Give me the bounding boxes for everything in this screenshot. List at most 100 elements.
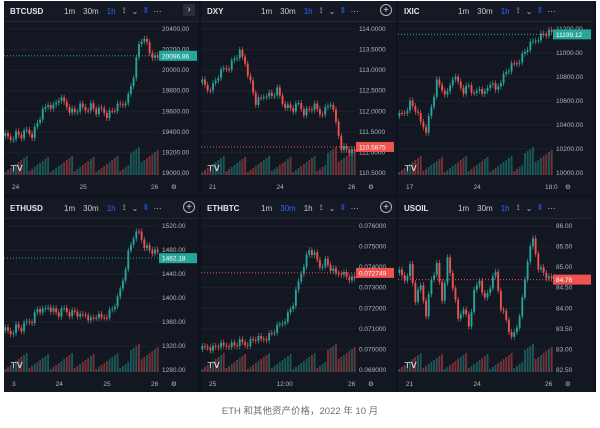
settings-gear-icon[interactable]: ⚙ <box>565 380 571 388</box>
timeframe-button-1m[interactable]: 1m <box>60 204 79 213</box>
candle-body <box>489 84 492 88</box>
volume-bar <box>76 169 79 175</box>
chevron-down-icon[interactable]: ⌄ <box>523 204 536 213</box>
indicators-icon[interactable]: ⟟ <box>514 203 523 213</box>
indicators-icon[interactable]: ⟟ <box>120 203 129 213</box>
candle-body <box>499 83 502 87</box>
candles-icon[interactable]: ⫴ <box>141 203 150 213</box>
symbol-label[interactable]: ETHBTC <box>207 204 257 213</box>
volume-bar <box>422 368 425 372</box>
indicators-icon[interactable]: ⟟ <box>317 6 326 16</box>
volume-bar <box>89 356 92 372</box>
price-chart[interactable]: 20400.0020200.0020000.0019800.0019600.00… <box>4 21 199 195</box>
candles-icon[interactable]: ⫴ <box>535 6 544 16</box>
timeframe-button-1m[interactable]: 1m <box>257 7 276 16</box>
candle-body <box>550 29 553 32</box>
add-chart-icon[interactable]: + <box>380 201 392 213</box>
volume-bar <box>502 162 505 175</box>
symbol-label[interactable]: IXIC <box>404 7 454 16</box>
candles-icon[interactable]: ⫴ <box>535 203 544 213</box>
price-chart[interactable]: 86.00 85.50 85.00 84.50 84.00 83.50 83.00 82.50… <box>398 218 593 392</box>
settings-gear-icon[interactable]: ⚙ <box>171 380 177 388</box>
candle-body <box>206 346 209 348</box>
timeframe-button-1m[interactable]: 1m <box>454 204 473 213</box>
timeframe-button-30m[interactable]: 30m <box>79 7 103 16</box>
candle-body <box>451 272 454 289</box>
more-icon[interactable]: ⋯ <box>545 7 559 16</box>
volume-bar <box>265 158 268 175</box>
chart-panel-btcusd[interactable]: BTCUSD 1m 30m 1h ⟟ ⌄ ⫴ ⋯ › 20400.00 20200.00 20000.… <box>4 1 199 195</box>
timeframe-button-30m[interactable]: 30m <box>473 204 497 213</box>
more-icon[interactable]: ⋯ <box>348 7 362 16</box>
candle-body <box>33 312 36 324</box>
timeframe-button-1m[interactable]: 1m <box>257 204 276 213</box>
candle-body <box>17 324 20 328</box>
timeframe-button-1m[interactable]: 1m <box>60 7 79 16</box>
timeframe-button-1h[interactable]: 1h <box>300 7 317 16</box>
more-icon[interactable]: ⋯ <box>151 7 165 16</box>
price-chart[interactable]: 11200.0011000.0010800.0010600.0010400.00… <box>398 21 593 195</box>
chevron-down-icon[interactable]: ⌄ <box>326 204 339 213</box>
more-icon[interactable]: ⋯ <box>545 204 559 213</box>
last-price-label: 1462.18 <box>162 256 186 263</box>
chevron-down-icon[interactable]: ⌄ <box>129 204 142 213</box>
settings-gear-icon[interactable]: ⚙ <box>565 183 571 191</box>
chart-panel-usoil[interactable]: USOIL 1m 30m 1h ⟟ ⌄ ⫴ ⋯ 86.00 85.50 85.00 84.50 84.0… <box>398 198 593 392</box>
indicators-icon[interactable]: ⟟ <box>317 203 326 213</box>
more-icon[interactable]: ⋯ <box>151 204 165 213</box>
settings-gear-icon[interactable]: ⚙ <box>368 183 374 191</box>
chevron-down-icon[interactable]: ⌄ <box>326 7 339 16</box>
price-chart[interactable]: 114.0000 113.5000 113.0000 112.5000 112.0000… <box>201 21 396 195</box>
timeframe-button-1m[interactable]: 1m <box>454 7 473 16</box>
volume-bar <box>550 347 553 372</box>
chart-panel-dxy[interactable]: DXY 1m 30m 1h ⟟ ⌄ ⫴ ⋯ +114.0000 113.5000 113.0000 1… <box>201 1 396 195</box>
candle-body <box>127 250 130 270</box>
timeframe-button-1h[interactable]: 1h <box>103 204 120 213</box>
add-chart-icon[interactable]: + <box>380 4 392 16</box>
price-chart[interactable]: 0.0760000.0750000.0740000.0730000.072000… <box>201 218 396 392</box>
volume-bar <box>100 168 103 175</box>
settings-gear-icon[interactable]: ⚙ <box>171 183 177 191</box>
chart-panel-ethusd[interactable]: ETHUSD 1m 30m 1h ⟟ ⌄ ⫴ ⋯ +1520.00 1480.00 1440.00 1… <box>4 198 199 392</box>
chevron-down-icon[interactable]: ⌄ <box>523 7 536 16</box>
candles-icon[interactable]: ⫴ <box>338 6 347 16</box>
settings-gear-icon[interactable]: ⚙ <box>368 380 374 388</box>
timeframe-button-30m[interactable]: 30m <box>276 7 300 16</box>
symbol-label[interactable]: DXY <box>207 7 257 16</box>
volume-bar <box>491 367 494 372</box>
symbol-label[interactable]: ETHUSD <box>10 204 60 213</box>
candle-body <box>111 309 114 311</box>
candle-body <box>433 96 436 107</box>
timeframe-button-30m[interactable]: 30m <box>276 204 300 213</box>
symbol-label[interactable]: USOIL <box>404 204 454 213</box>
candle-body <box>135 57 138 79</box>
timeframe-button-1h[interactable]: 1h <box>497 204 514 213</box>
timeframe-button-1h[interactable]: 1h <box>497 7 514 16</box>
last-price-label: 84.76 <box>556 277 573 284</box>
y-tick-label: 0.070000 <box>359 346 386 353</box>
candles-icon[interactable]: ⫴ <box>141 6 150 16</box>
indicators-icon[interactable]: ⟟ <box>120 6 129 16</box>
last-price-label: 11199.12 <box>556 32 583 39</box>
add-chart-icon[interactable]: + <box>183 201 195 213</box>
chart-panel-ethbtc[interactable]: ETHBTC 1m 30m 1h ⟟ ⌄ ⫴ ⋯ +0.076000 0.075000 0.0740… <box>201 198 396 392</box>
price-chart[interactable]: 1520.00 1480.00 1440.00 1400.00 1360.00 1320.… <box>4 218 199 392</box>
more-icon[interactable]: ⋯ <box>348 204 362 213</box>
candle-body <box>76 111 79 113</box>
candle-body <box>529 41 532 50</box>
candle-body <box>206 84 209 91</box>
chart-panel-ixic[interactable]: IXIC1m30m1h⟟⌄⫴⋯ 11200.0011000.0010800.001… <box>398 1 593 195</box>
timeframe-button-1h[interactable]: 1h <box>300 204 317 213</box>
volume-bar <box>68 355 71 372</box>
candles-icon[interactable]: ⫴ <box>338 203 347 213</box>
chevron-down-icon[interactable]: ⌄ <box>129 7 142 16</box>
candle-body <box>433 275 436 280</box>
candle-body <box>60 97 63 101</box>
candle-body <box>438 79 441 85</box>
indicators-icon[interactable]: ⟟ <box>514 6 523 16</box>
timeframe-button-30m[interactable]: 30m <box>473 7 497 16</box>
timeframe-button-30m[interactable]: 30m <box>79 204 103 213</box>
timeframe-button-1h[interactable]: 1h <box>103 7 120 16</box>
arrow-right-icon[interactable]: › <box>183 4 195 16</box>
symbol-label[interactable]: BTCUSD <box>10 7 60 16</box>
